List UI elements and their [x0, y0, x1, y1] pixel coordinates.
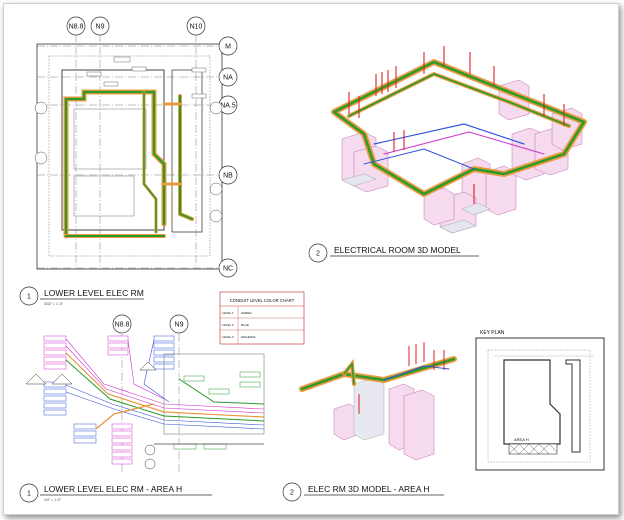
svg-text:ELECTRICAL ROOM 3D MODEL: ELECTRICAL ROOM 3D MODEL — [334, 245, 461, 255]
view-title-lower-level: 1 LOWER LEVEL ELEC RM 3/32" = 1'-0" — [19, 286, 144, 306]
svg-text:1: 1 — [27, 491, 31, 498]
svg-text:1/4" = 1'-0": 1/4" = 1'-0" — [44, 498, 62, 502]
grid-bubble-area-n9: N9 — [169, 314, 189, 334]
key-plan: KEY PLAN AREA H — [475, 330, 605, 471]
svg-text:ELEC RM 3D MODEL - AREA H: ELEC RM 3D MODEL - AREA H — [308, 484, 430, 494]
svg-text:N8.8: N8.8 — [115, 322, 130, 329]
svg-text:NA: NA — [223, 75, 233, 82]
svg-text:LEVEL 2: LEVEL 2 — [222, 323, 234, 327]
svg-text:1: 1 — [27, 294, 31, 301]
drawing-sheet: N8.8 N9 N10 M NA NA.5 NB NC 1 LOWER LEVE… — [3, 3, 619, 515]
svg-text:LOWER LEVEL ELEC RM: LOWER LEVEL ELEC RM — [44, 288, 144, 298]
svg-text:N9: N9 — [175, 322, 184, 329]
drawing-canvas: N8.8 N9 N10 M NA NA.5 NB NC 1 LOWER LEVE… — [19, 16, 605, 503]
svg-text:KEY PLAN: KEY PLAN — [480, 330, 505, 336]
svg-text:GREEN: GREEN — [241, 311, 252, 315]
grid-bubble-n8-8: N8.8 — [66, 16, 86, 36]
svg-text:BLUE: BLUE — [241, 323, 249, 327]
lower-level-plan: N8.8 N9 N10 M NA NA.5 NB NC — [34, 16, 238, 278]
grid-bubble-n10: N10 — [186, 16, 206, 36]
svg-text:CONDUIT LEVEL COLOR CHART: CONDUIT LEVEL COLOR CHART — [230, 298, 295, 303]
grid-bubble-n9: N9 — [90, 16, 110, 36]
grid-bubble-na5: NA.5 — [218, 95, 238, 115]
svg-text:LEVEL 3: LEVEL 3 — [222, 335, 234, 339]
electrical-room-3d-model — [331, 46, 587, 234]
svg-text:M: M — [225, 44, 231, 51]
svg-text:N10: N10 — [190, 24, 203, 31]
area-h-3d-model — [299, 342, 457, 461]
grid-bubble-m: M — [218, 36, 238, 56]
conduit-color-chart: CONDUIT LEVEL COLOR CHART LEVEL 1 GREEN … — [219, 291, 305, 345]
view-title-area-h: 1 LOWER LEVEL ELEC RM - AREA H 1/4" = 1'… — [19, 483, 212, 503]
svg-text:LEVEL 1: LEVEL 1 — [222, 311, 234, 315]
grid-bubble-nb: NB — [218, 165, 238, 185]
svg-text:2: 2 — [290, 490, 294, 497]
grid-bubble-nc: NC — [218, 258, 238, 278]
svg-text:NB: NB — [223, 173, 233, 180]
svg-text:NA.5: NA.5 — [220, 103, 236, 110]
view-title-3d-model: 2 ELECTRICAL ROOM 3D MODEL — [308, 243, 479, 263]
svg-text:2: 2 — [316, 251, 320, 258]
view-title-area-h-model: 2 ELEC RM 3D MODEL - AREA H — [282, 482, 444, 502]
svg-text:N9: N9 — [96, 24, 105, 31]
svg-text:LOWER LEVEL ELEC RM - AREA H: LOWER LEVEL ELEC RM - AREA H — [44, 484, 182, 494]
svg-text:3/32" = 1'-0": 3/32" = 1'-0" — [44, 302, 64, 306]
grid-bubble-area-n8-8: N8.8 — [112, 314, 132, 334]
grid-bubble-na: NA — [218, 67, 238, 87]
svg-text:AREA H: AREA H — [514, 437, 529, 442]
svg-text:NC: NC — [223, 266, 233, 273]
plan-bubble-left — [34, 101, 223, 223]
svg-text:MAGENTA: MAGENTA — [241, 335, 256, 339]
svg-text:N8.8: N8.8 — [69, 24, 84, 31]
